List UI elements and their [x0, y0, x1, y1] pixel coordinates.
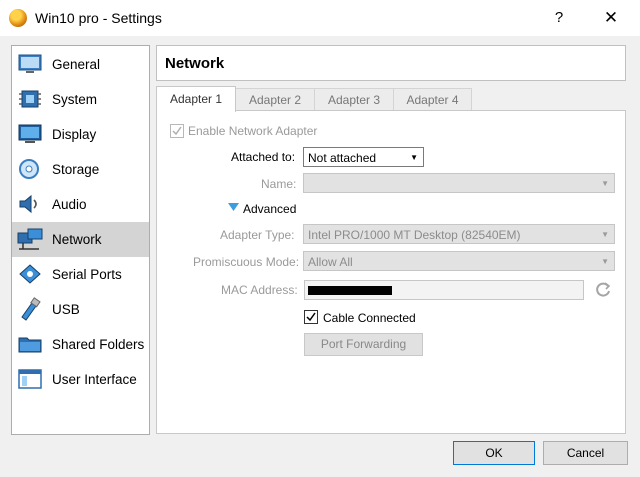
network-icon: [17, 228, 43, 250]
sidebar-item-user-interface[interactable]: User Interface: [12, 362, 149, 397]
adapter-type-label: Adapter Type:: [220, 228, 295, 242]
chevron-down-icon: ▼: [601, 257, 609, 266]
enable-adapter-checkbox[interactable]: [170, 124, 184, 138]
section-header: Network: [156, 45, 626, 81]
usb-icon: [21, 297, 41, 321]
sidebar-item-label: USB: [52, 302, 80, 317]
adapter-type-value: Intel PRO/1000 MT Desktop (82540EM): [308, 228, 521, 242]
sidebar-item-audio[interactable]: Audio: [12, 187, 149, 222]
window-title: Win10 pro - Settings: [35, 10, 162, 26]
tab-adapter-1[interactable]: Adapter 1: [156, 86, 236, 112]
sidebar-item-storage[interactable]: Storage: [12, 152, 149, 187]
adapter-type-select[interactable]: Intel PRO/1000 MT Desktop (82540EM) ▼: [303, 224, 615, 244]
redacted-mac-value: [308, 286, 392, 295]
attached-to-label: Attached to:: [231, 150, 296, 164]
sidebar-item-label: Display: [52, 127, 97, 142]
network-settings-panel: Network Adapter 1 Adapter 2 Adapter 3 Ad…: [156, 45, 626, 434]
close-button[interactable]: ✕: [596, 6, 626, 30]
sidebar-item-label: Serial Ports: [52, 267, 122, 282]
name-select[interactable]: ▼: [303, 173, 615, 193]
name-label: Name:: [261, 177, 297, 191]
checkmark-icon: [172, 126, 182, 136]
port-forwarding-button[interactable]: Port Forwarding: [304, 333, 423, 356]
expand-triangle-icon[interactable]: [228, 203, 239, 212]
sidebar-item-system[interactable]: System: [12, 82, 149, 117]
shared-folder-icon: [18, 337, 42, 353]
enable-adapter-label: Enable Network Adapter: [188, 124, 318, 138]
cable-connected-label: Cable Connected: [323, 311, 416, 325]
attached-to-select[interactable]: Not attached ▼: [303, 147, 424, 167]
sidebar-item-general[interactable]: General: [12, 47, 149, 82]
sidebar-item-label: General: [52, 57, 101, 72]
adapter-panel: Enable Network Adapter Attached to: Not …: [156, 110, 626, 434]
tab-adapter-3[interactable]: Adapter 3: [314, 88, 394, 111]
advanced-toggle-label[interactable]: Advanced: [243, 202, 296, 216]
chevron-down-icon: ▼: [601, 179, 609, 188]
sidebar-item-label: System: [52, 92, 98, 107]
cable-connected-checkbox[interactable]: [304, 310, 318, 324]
serial-port-icon: [19, 264, 41, 284]
mac-address-field[interactable]: [304, 280, 584, 300]
sidebar-item-serial-ports[interactable]: Serial Ports: [12, 257, 149, 292]
promiscuous-mode-select[interactable]: Allow All ▼: [303, 251, 615, 271]
mac-address-label: MAC Address:: [221, 283, 298, 297]
system-chip-icon: [19, 90, 41, 108]
tab-adapter-2[interactable]: Adapter 2: [235, 88, 315, 111]
sidebar-item-display[interactable]: Display: [12, 117, 149, 152]
checkmark-icon: [306, 312, 316, 322]
general-icon: [18, 54, 42, 73]
sidebar-item-label: User Interface: [52, 372, 137, 387]
help-button[interactable]: ?: [546, 6, 572, 30]
sidebar-item-label: Audio: [52, 197, 87, 212]
attached-to-value: Not attached: [308, 151, 377, 165]
audio-speaker-icon: [19, 194, 37, 214]
sidebar-item-label: Storage: [52, 162, 100, 177]
sidebar-item-label: Network: [52, 232, 102, 247]
title-bar: Win10 pro - Settings ? ✕: [0, 0, 640, 36]
user-interface-icon: [18, 369, 42, 389]
sidebar-item-network[interactable]: Network: [12, 222, 149, 257]
storage-disc-icon: [19, 159, 39, 179]
display-monitor-icon: [18, 124, 42, 143]
refresh-mac-icon[interactable]: [594, 280, 612, 298]
ok-button[interactable]: OK: [453, 441, 535, 465]
chevron-down-icon: ▼: [601, 230, 609, 239]
promiscuous-mode-value: Allow All: [308, 255, 353, 269]
chevron-down-icon: ▼: [410, 153, 418, 162]
tab-adapter-4[interactable]: Adapter 4: [393, 88, 472, 111]
sidebar-item-label: Shared Folders: [52, 337, 145, 352]
virtualbox-app-icon: [9, 9, 27, 27]
sidebar-item-shared-folders[interactable]: Shared Folders: [12, 327, 149, 362]
sidebar-item-usb[interactable]: USB: [12, 292, 149, 327]
page-title: Network: [165, 55, 225, 72]
promiscuous-mode-label: Promiscuous Mode:: [193, 255, 300, 269]
settings-sidebar: General System Display Storage Audio Net…: [11, 45, 150, 435]
cancel-button[interactable]: Cancel: [543, 441, 628, 465]
